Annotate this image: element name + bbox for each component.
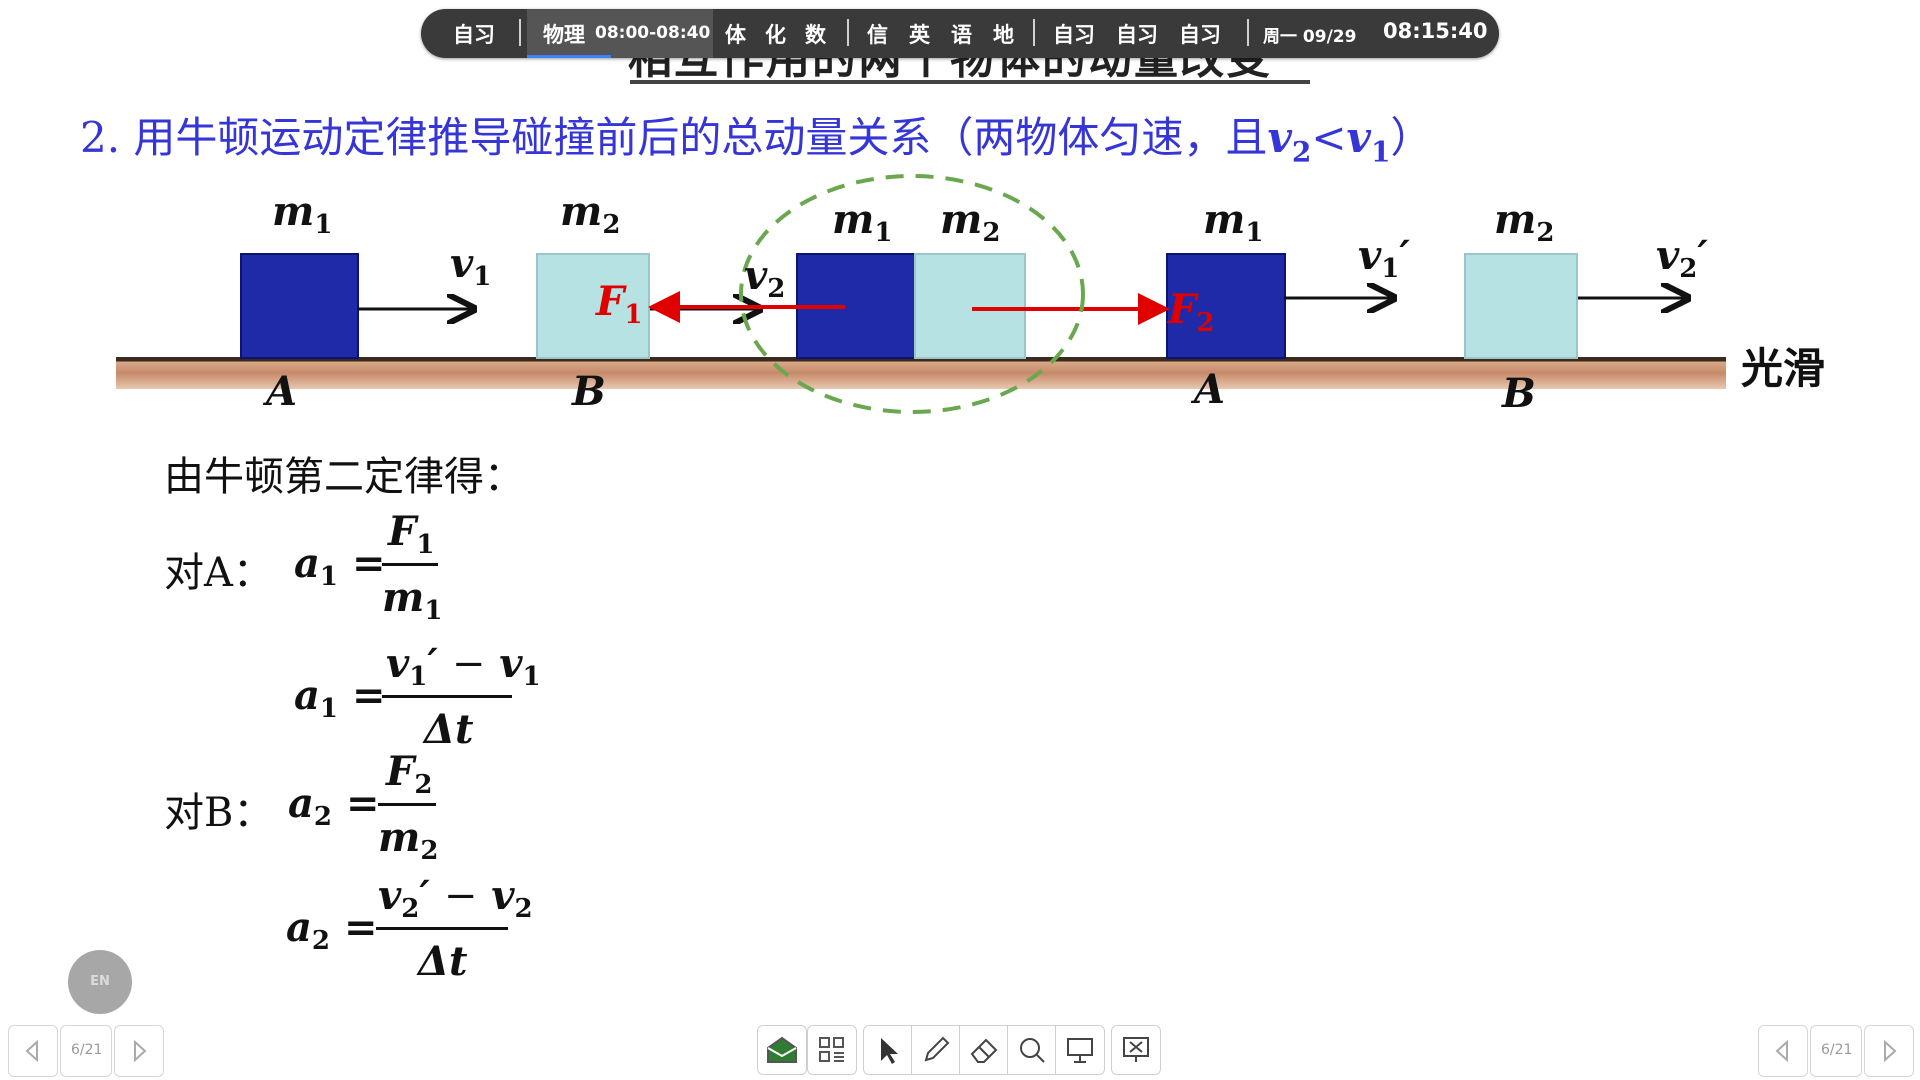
eq-a2-numerator: F2 — [386, 748, 433, 800]
fraction-bar — [378, 803, 436, 806]
present-tool[interactable] — [1055, 1025, 1105, 1075]
chevron-right-icon — [1884, 1039, 1897, 1063]
fraction-bar — [376, 927, 508, 930]
eq-a2-kinematic-numerator: v2′ − v2 — [378, 872, 533, 924]
label-v2: v2 — [744, 252, 786, 304]
label-m1: m1 — [1203, 196, 1264, 248]
eq-a2-kinematic-denominator: Δt — [418, 938, 468, 985]
annotation-toolbar — [757, 1025, 1163, 1075]
label-v1-prime: v1′ — [1358, 232, 1410, 284]
language-toggle-button[interactable]: EN — [68, 950, 132, 1014]
label-b: B — [1502, 370, 1536, 417]
label-m1: m1 — [272, 188, 333, 240]
label-a: A — [266, 368, 298, 415]
eraser-tool[interactable] — [959, 1025, 1009, 1075]
page-indicator[interactable]: 6/21 — [1810, 1025, 1862, 1077]
eq-a1-kinematic-lhs: a1 = — [294, 672, 386, 724]
label-m2: m2 — [1494, 196, 1555, 248]
eq-a2-denominator: m2 — [378, 814, 439, 866]
label-b: B — [572, 368, 606, 415]
label-f1: F1 — [596, 278, 643, 330]
page-indicator-text: 6/21 — [1821, 1042, 1853, 1058]
prev-page-button[interactable] — [1758, 1025, 1808, 1077]
eq-a2-kinematic-lhs: a2 = — [286, 904, 378, 956]
cursor-icon — [881, 1038, 898, 1064]
for-a-label: 对A： — [164, 550, 273, 596]
label-v2-prime: v2′ — [1656, 232, 1708, 284]
label-f2: F2 — [1168, 286, 1215, 338]
page-indicator-text: 6/21 — [71, 1042, 103, 1058]
fraction-bar — [382, 563, 438, 566]
chevron-left-icon — [1775, 1039, 1788, 1063]
next-page-button[interactable] — [114, 1025, 164, 1077]
pen-icon — [924, 1036, 950, 1062]
eq-a1-kinematic-denominator: Δt — [424, 706, 474, 753]
presentation-icon — [1067, 1038, 1093, 1063]
eraser-icon — [970, 1038, 998, 1063]
grid-icon — [819, 1037, 844, 1062]
label-m2: m2 — [940, 196, 1001, 248]
newton-second-law-intro: 由牛顿第二定律得： — [164, 454, 524, 500]
collision-highlight-ellipse — [739, 174, 1085, 414]
label-m1: m1 — [832, 196, 893, 248]
eq-a1-denominator: m1 — [382, 574, 443, 626]
next-page-button[interactable] — [1864, 1025, 1914, 1077]
exit-slideshow-icon — [1123, 1037, 1149, 1062]
zoom-tool[interactable] — [1007, 1025, 1057, 1075]
exit-presentation-tool[interactable] — [1111, 1025, 1161, 1075]
eq-a1-lhs: a1 = — [294, 540, 386, 592]
label-m2: m2 — [560, 188, 621, 240]
eq-a1-kinematic-numerator: v1′ − v1 — [386, 640, 541, 692]
whiteboard-icon — [767, 1036, 797, 1063]
chevron-left-icon — [25, 1039, 38, 1063]
apps-tool[interactable] — [807, 1025, 857, 1075]
for-b-label: 对B： — [164, 790, 274, 836]
eq-a1-numerator: F1 — [388, 508, 435, 560]
fraction-bar — [382, 695, 512, 698]
eq-a2-lhs: a2 = — [288, 780, 380, 832]
select-tool[interactable] — [863, 1025, 913, 1075]
prev-page-button[interactable] — [8, 1025, 58, 1077]
page-indicator[interactable]: 6/21 — [60, 1025, 112, 1077]
chevron-right-icon — [134, 1039, 147, 1063]
label-a: A — [1194, 366, 1226, 413]
pen-tool[interactable] — [911, 1025, 961, 1075]
whiteboard-tool[interactable] — [757, 1025, 807, 1075]
search-icon — [1020, 1038, 1045, 1063]
label-v1: v1 — [450, 240, 492, 292]
